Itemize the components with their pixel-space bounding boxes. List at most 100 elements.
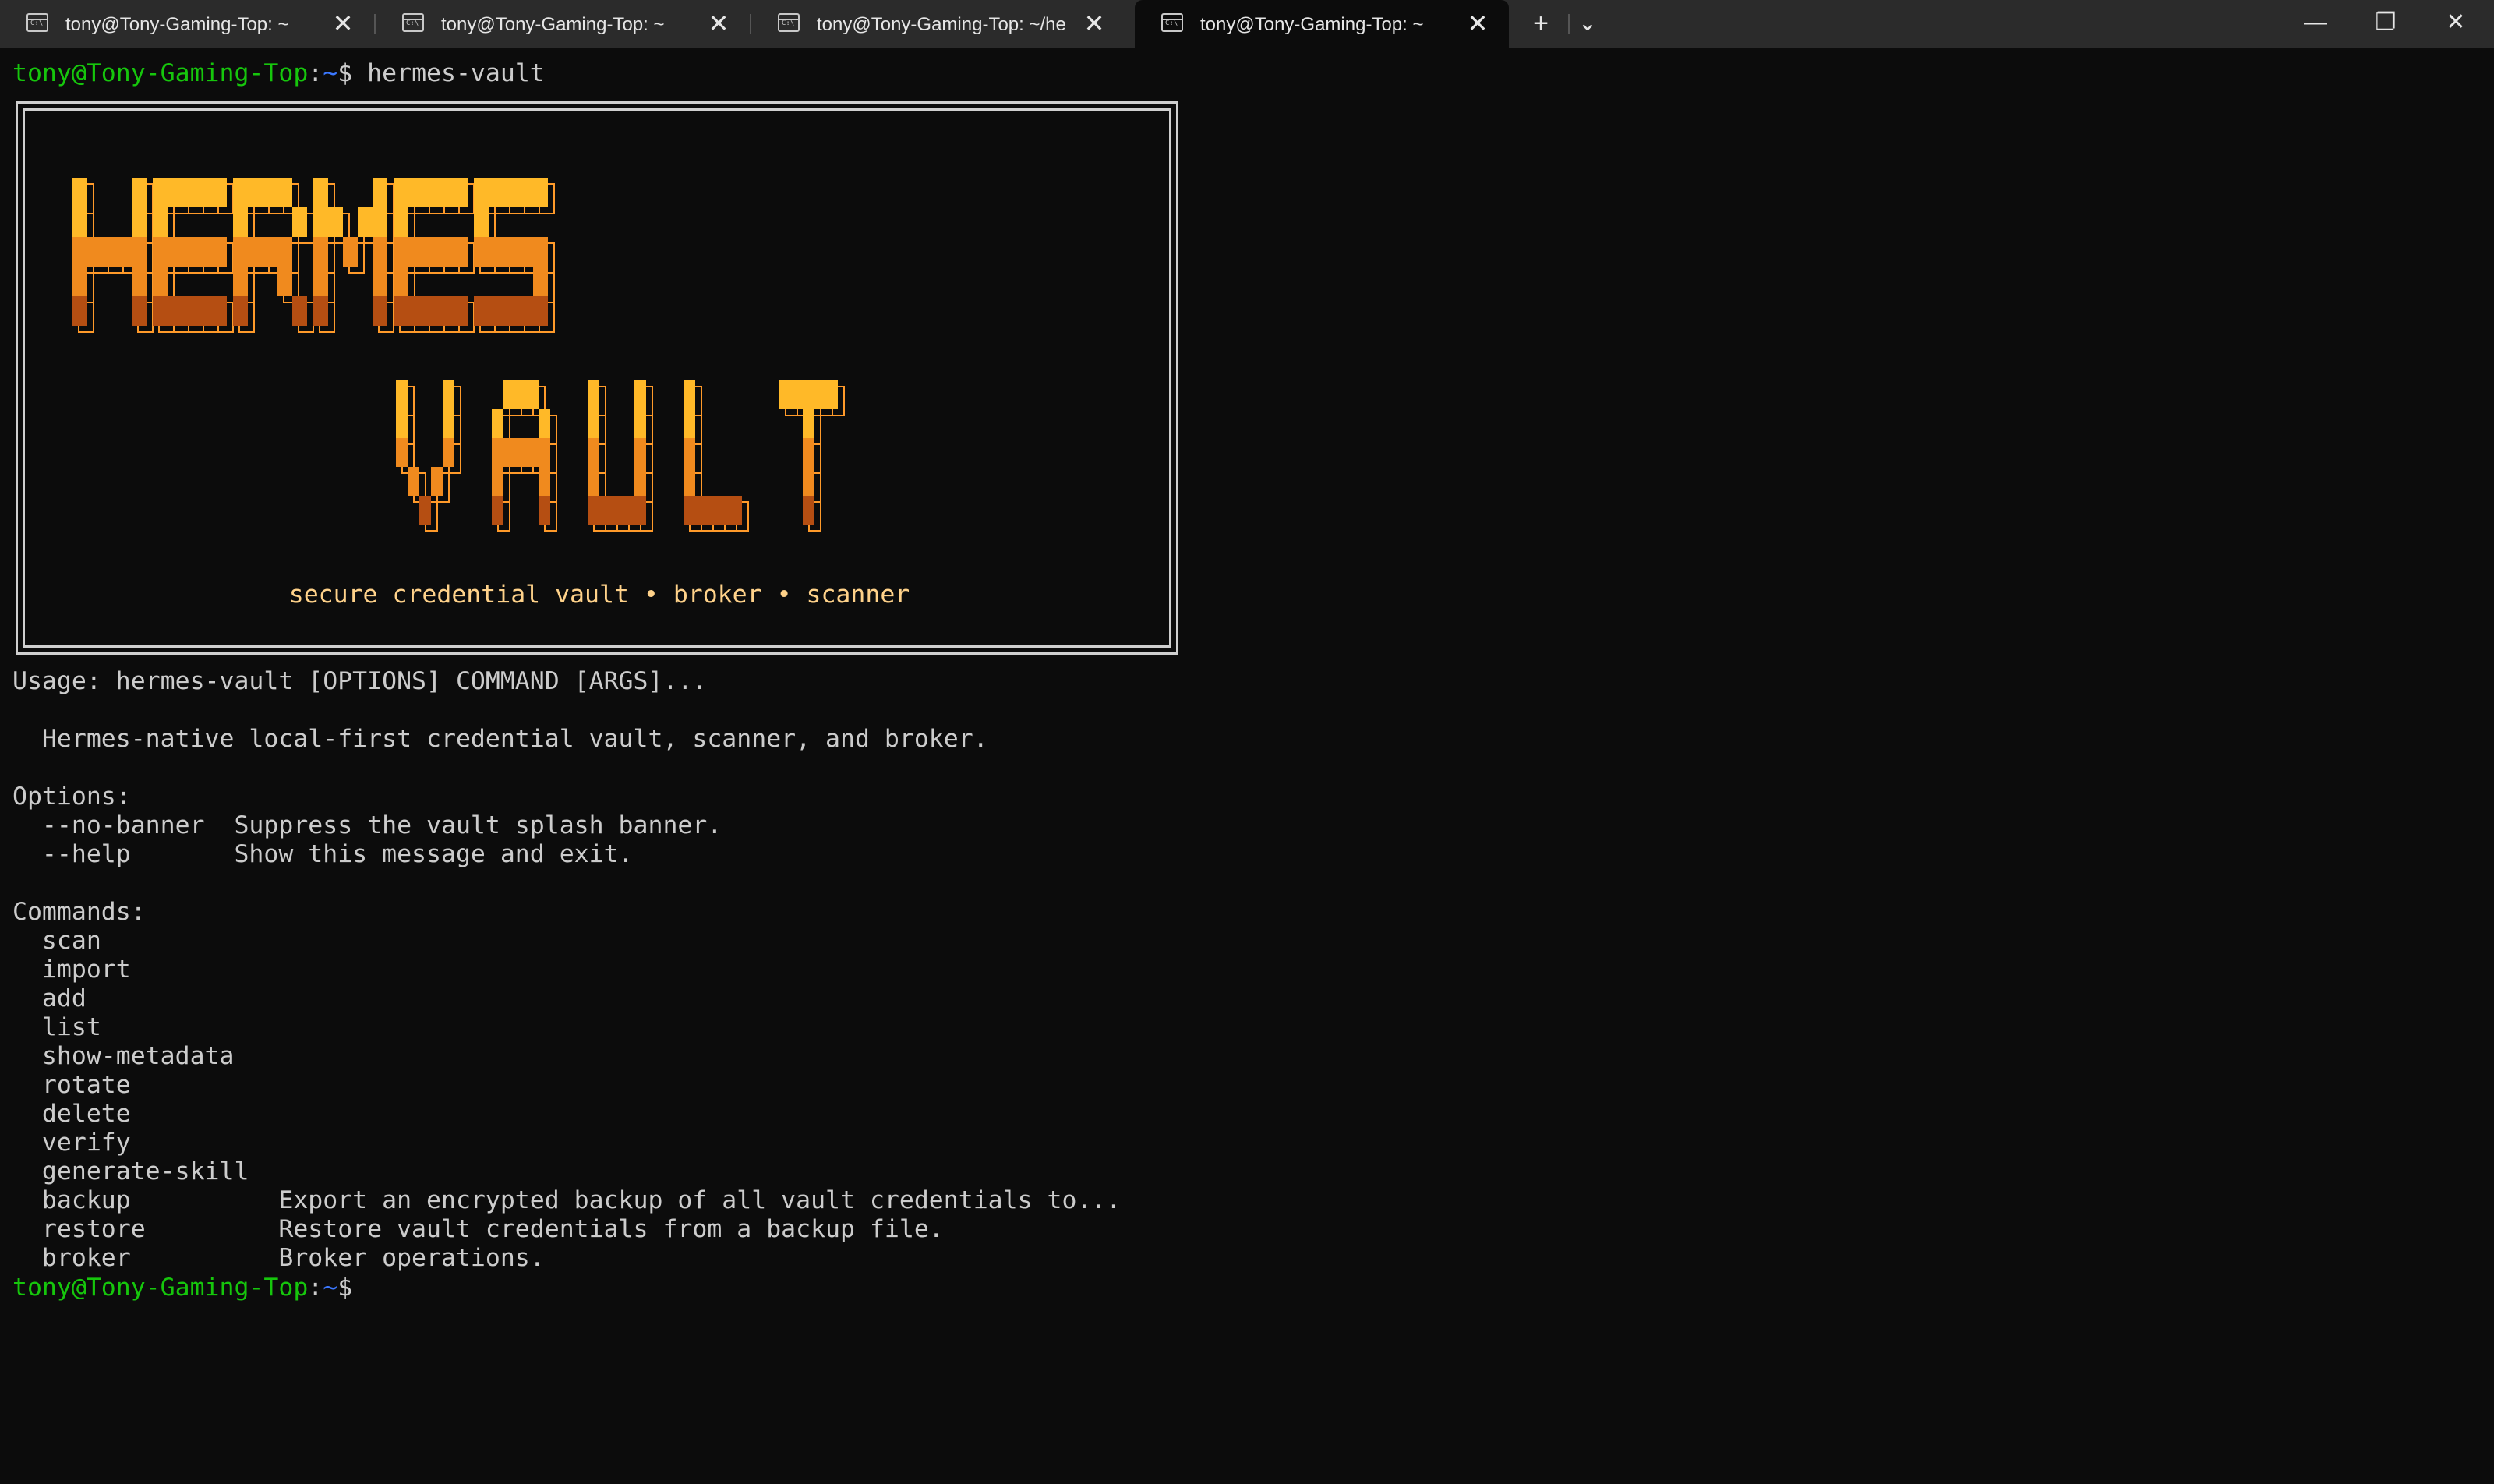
logo-pixel [248, 237, 263, 267]
logo-pixel [539, 496, 550, 525]
logo-pixel [438, 296, 453, 326]
logo-pixel [826, 380, 838, 409]
logo-pixel [423, 237, 438, 267]
logo-pixel [443, 380, 454, 409]
logo-pixel [438, 237, 453, 267]
logo-pixel [153, 296, 168, 326]
logo-pixel [132, 237, 147, 267]
logo-pixel [394, 267, 408, 296]
logo-pixel [684, 409, 695, 438]
logo-pixel [373, 296, 387, 326]
banner-tagline: secure credential vault • broker • scann… [288, 581, 910, 609]
close-tab-icon[interactable]: ✕ [1079, 8, 1110, 39]
logo-pixel [474, 237, 489, 267]
new-tab-button[interactable]: + [1523, 6, 1559, 42]
logo-pixel [263, 178, 277, 207]
logo-pixel [503, 237, 518, 267]
logo-pixel [168, 178, 182, 207]
logo-pixel [373, 207, 387, 237]
logo-pixel [117, 237, 132, 267]
logo-pixel [153, 207, 168, 237]
logo-pixel [527, 438, 539, 467]
tab-title: tony@Tony-Gaming-Top: ~ [1200, 14, 1424, 35]
logo-pixel [328, 207, 343, 237]
logo-pixel [791, 380, 803, 409]
logo-pixel [695, 496, 707, 525]
logo-pixel [248, 178, 263, 207]
logo-pixel [803, 380, 814, 409]
logo-pixel [373, 178, 387, 207]
prompt-line-current[interactable]: tony@Tony-Gaming-Top:~$ [12, 1274, 367, 1302]
output-line: import [12, 956, 131, 984]
logo-pixel [634, 438, 646, 467]
logo-pixel [396, 409, 408, 438]
logo-pixel [588, 467, 599, 496]
output-line: add [12, 984, 87, 1012]
logo-pixel [707, 496, 719, 525]
restore-button[interactable]: ❐ [2351, 0, 2421, 48]
logo-pixel [684, 467, 695, 496]
logo-pixel [313, 296, 328, 326]
prompt-user-host: tony@Tony-Gaming-Top [12, 59, 309, 87]
prompt-cwd: ~ [323, 59, 338, 87]
logo-pixel [814, 380, 826, 409]
logo-pixel [623, 496, 634, 525]
output-line: generate-skill [12, 1157, 249, 1185]
logo-pixel [277, 267, 292, 296]
output-line: restore Restore vault credentials from a… [12, 1215, 944, 1243]
logo-pixel [182, 178, 197, 207]
command-text: hermes-vault [367, 59, 545, 87]
logo-pixel [396, 380, 408, 409]
tab-3[interactable]: tony@Tony-Gaming-Top: ~/he ✕ [751, 0, 1125, 48]
logo-pixel [277, 237, 292, 267]
tab-1[interactable]: tony@Tony-Gaming-Top: ~ ✕ [0, 0, 374, 48]
logo-pixel [503, 178, 518, 207]
logo-pixel [803, 438, 814, 467]
logo-pixel [533, 178, 548, 207]
logo-pixel [474, 207, 489, 237]
logo-pixel [182, 296, 197, 326]
logo-pixel [474, 178, 489, 207]
logo-pixel [153, 178, 168, 207]
logo-pixel [396, 438, 408, 467]
close-tab-icon[interactable]: ✕ [1462, 8, 1493, 39]
logo-pixel [518, 178, 533, 207]
logo-pixel [168, 296, 182, 326]
logo-pixel [474, 296, 489, 326]
window-close-button[interactable]: ✕ [2421, 0, 2491, 48]
logo-pixel [515, 438, 527, 467]
output-line: list [12, 1013, 101, 1041]
logo-pixel [408, 178, 423, 207]
tab-2[interactable]: tony@Tony-Gaming-Top: ~ ✕ [376, 0, 750, 48]
logo-pixel [72, 267, 87, 296]
logo-pixel [684, 380, 695, 409]
logo-pixel [599, 496, 611, 525]
logo-pixel [503, 438, 515, 467]
logo-pixel [358, 207, 373, 237]
logo-pixel [394, 178, 408, 207]
logo-pixel [492, 409, 503, 438]
output-line: Options: [12, 783, 131, 811]
terminal-icon [26, 13, 48, 32]
logo-pixel [803, 496, 814, 525]
logo-pixel [533, 296, 548, 326]
close-tab-icon[interactable]: ✕ [327, 8, 359, 39]
minimize-button[interactable]: — [2280, 0, 2351, 48]
logo-pixel [182, 237, 197, 267]
logo-pixel [373, 267, 387, 296]
logo-pixel [492, 438, 503, 467]
logo-pixel [72, 207, 87, 237]
logo-pixel [453, 237, 468, 267]
logo-pixel [503, 296, 518, 326]
tab-4-active[interactable]: tony@Tony-Gaming-Top: ~ ✕ [1135, 0, 1509, 48]
output-line: Usage: hermes-vault [OPTIONS] COMMAND [A… [12, 667, 708, 695]
close-tab-icon[interactable]: ✕ [703, 8, 734, 39]
logo-pixel [102, 237, 117, 267]
tab-title: tony@Tony-Gaming-Top: ~ [65, 14, 289, 35]
logo-pixel [533, 237, 548, 267]
terminal-icon [778, 13, 800, 32]
chevron-down-icon[interactable]: ⌄ [1570, 6, 1606, 42]
tab-bar: tony@Tony-Gaming-Top: ~ ✕ tony@Tony-Gami… [0, 0, 2494, 48]
logo-pixel [168, 237, 182, 267]
prompt-user-host: tony@Tony-Gaming-Top [12, 1274, 309, 1302]
